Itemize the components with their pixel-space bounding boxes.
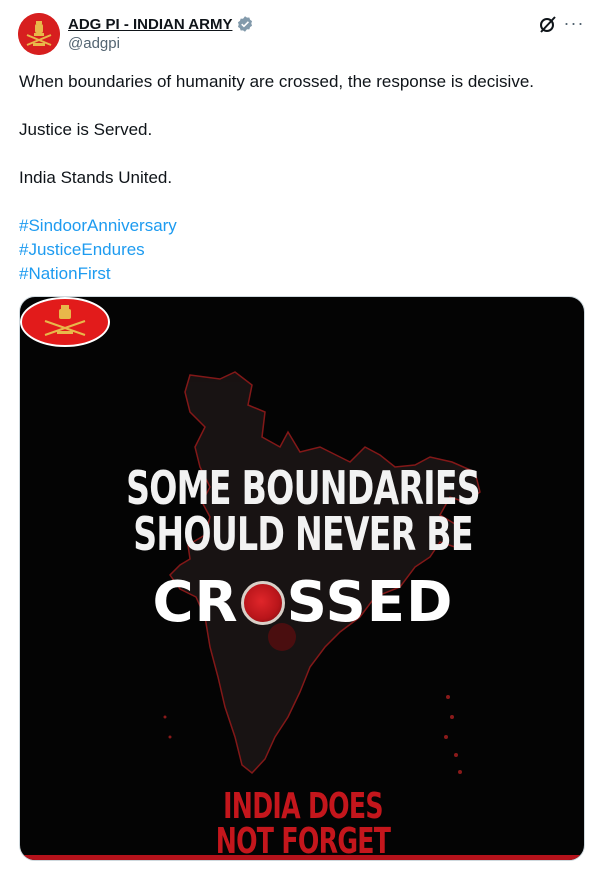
media-crossed-word: CR SSED <box>20 570 584 635</box>
tweet-card: ADG PI - INDIAN ARMY @adgpi ··· When bou… <box>0 0 602 875</box>
crossed-suffix: SSED <box>286 570 454 635</box>
sindoor-bowl-icon <box>240 581 285 625</box>
tweet-line: India Stands United. <box>19 168 173 187</box>
tweet-line: When boundaries of humanity are crossed,… <box>19 72 534 91</box>
verified-badge-icon[interactable] <box>236 15 254 33</box>
indian-army-emblem-icon <box>18 13 60 55</box>
more-options-icon[interactable]: ··· <box>563 12 585 34</box>
media-accent-bar <box>20 855 584 860</box>
hashtag-link[interactable]: #SindoorAnniversary <box>19 214 579 238</box>
hashtag-link[interactable]: #NationFirst <box>19 262 579 286</box>
hashtag-link[interactable]: #JusticeEndures <box>19 238 579 262</box>
media-footer-line: INDIA DOES <box>223 786 383 827</box>
tweet-media-image[interactable]: SOME BOUNDARIES SHOULD NEVER BE CR SSED I… <box>19 296 585 861</box>
avatar[interactable] <box>18 13 60 55</box>
grok-icon[interactable] <box>538 14 558 34</box>
indian-army-logo-icon <box>20 297 110 347</box>
media-headline-line: SOME BOUNDARIES <box>126 461 480 515</box>
crossed-prefix: CR <box>152 570 239 635</box>
tweet-line: Justice is Served. <box>19 120 153 139</box>
author-name-row: ADG PI - INDIAN ARMY <box>68 14 254 34</box>
author-display-name[interactable]: ADG PI - INDIAN ARMY <box>68 16 232 33</box>
media-headline-line: SHOULD NEVER BE <box>133 507 473 561</box>
author-handle[interactable]: @adgpi <box>68 35 120 52</box>
tweet-text: When boundaries of humanity are crossed,… <box>19 70 579 286</box>
